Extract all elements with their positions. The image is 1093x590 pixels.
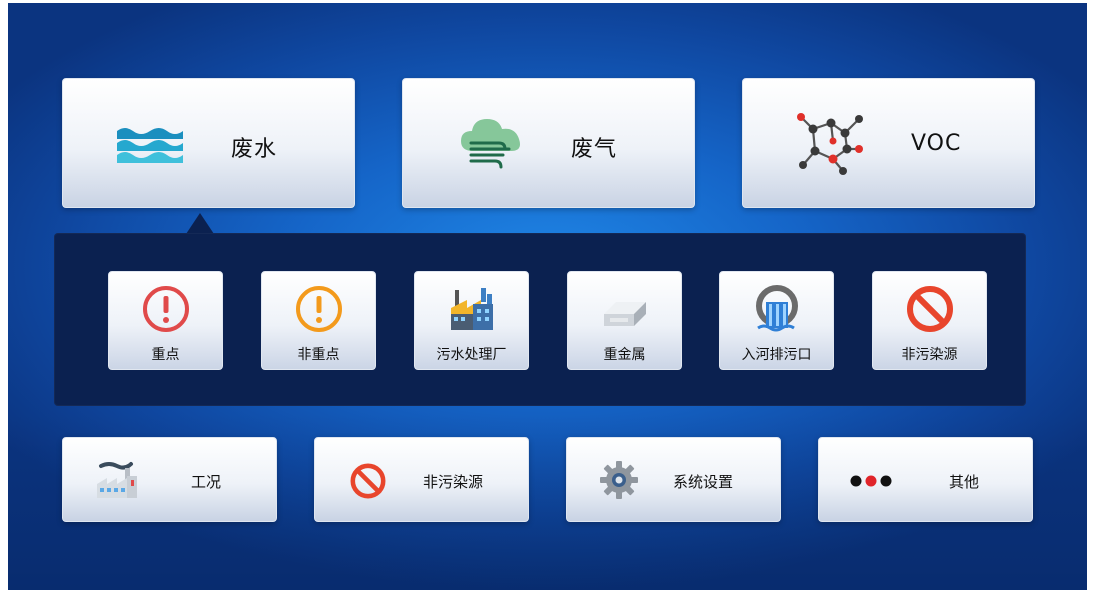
gear-icon: [600, 461, 638, 499]
sub-item-label: 非重点: [297, 347, 340, 363]
bottom-card-working-condition[interactable]: 工况: [62, 437, 277, 522]
prohibited-icon: [907, 286, 953, 332]
factory-icon: [451, 288, 493, 330]
bottom-card-others[interactable]: 其他: [818, 437, 1033, 522]
sub-item-treatment-plant[interactable]: 污水处理厂: [414, 271, 529, 370]
sub-item-heavy-metal[interactable]: 重金属: [567, 271, 682, 370]
bottom-label: 工况: [191, 473, 222, 491]
bottom-card-non-pollution-source[interactable]: 非污染源: [314, 437, 529, 522]
sub-item-label: 非污染源: [901, 347, 958, 363]
water-waves-icon: [117, 128, 183, 163]
metal-bar-icon: [604, 302, 646, 326]
bottom-label: 其他: [949, 473, 980, 491]
category-label-wastegas: 废气: [571, 137, 618, 162]
sub-item-label: 重点: [151, 347, 180, 363]
orange-alert-icon: [296, 286, 342, 332]
sub-item-label: 入河排污口: [741, 347, 812, 363]
river-outlet-icon: [756, 285, 798, 332]
sub-item-label: 重金属: [603, 347, 646, 363]
sub-item-non-key[interactable]: 非重点: [261, 271, 376, 370]
sub-item-non-pollution-source[interactable]: 非污染源: [872, 271, 987, 370]
cloud-wind-icon: [461, 119, 520, 169]
category-label-wastewater: 废水: [231, 137, 278, 162]
category-card-voc[interactable]: VOC: [742, 78, 1035, 208]
bottom-label: 系统设置: [673, 473, 734, 491]
prohibited-icon: [350, 463, 386, 499]
bottom-label: 非污染源: [423, 473, 484, 491]
factory-condition-icon: [97, 462, 137, 498]
sub-item-key[interactable]: 重点: [108, 271, 223, 370]
molecule-icon: [797, 113, 863, 175]
category-card-wastewater[interactable]: 废水: [62, 78, 355, 208]
category-card-wastegas[interactable]: 废气: [402, 78, 695, 208]
sub-item-river-outlet[interactable]: 入河排污口: [719, 271, 834, 370]
category-label-voc: VOC: [911, 131, 962, 156]
sub-item-label: 污水处理厂: [436, 347, 507, 363]
three-dots-icon: [850, 475, 892, 487]
red-alert-icon: [143, 286, 189, 332]
bottom-card-system-settings[interactable]: 系统设置: [566, 437, 781, 522]
panel-pointer: [186, 213, 214, 234]
